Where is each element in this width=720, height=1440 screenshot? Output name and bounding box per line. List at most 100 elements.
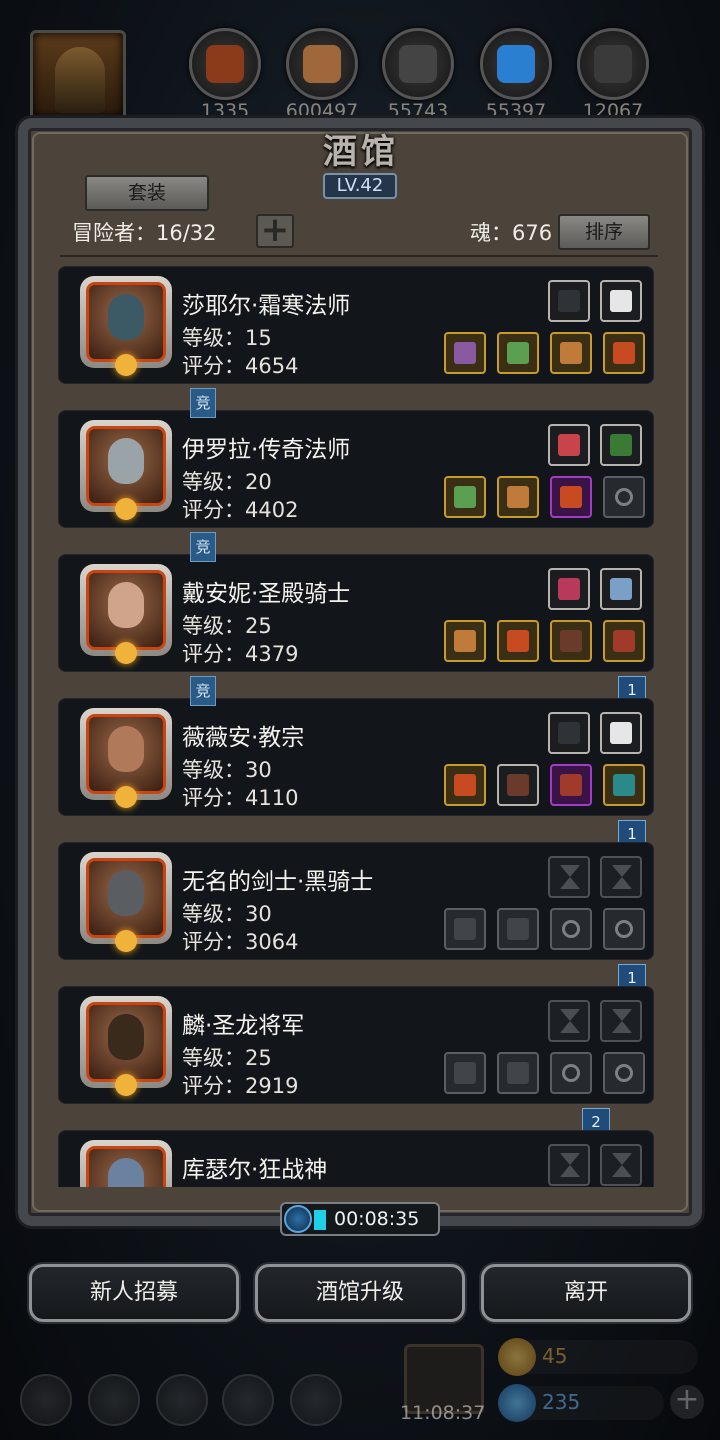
accessory-slot[interactable] <box>548 712 590 754</box>
equipment-slot[interactable] <box>603 332 645 374</box>
accessory-slot[interactable] <box>548 424 590 466</box>
hero-card[interactable]: 薇薇安·教宗 等级：30 评分：4110 <box>58 698 654 816</box>
arena-badge: 竞 <box>190 676 216 706</box>
resource-crystal-icon[interactable] <box>480 28 552 100</box>
hero-score: 评分：4110 <box>182 786 299 810</box>
hero-card[interactable]: 库瑟尔·狂战神 <box>58 1130 654 1187</box>
timer: 00:08:35 <box>280 1202 440 1236</box>
ranking-icon[interactable] <box>156 1374 208 1426</box>
equipment-slot[interactable] <box>497 620 539 662</box>
equipment-slot[interactable] <box>444 476 486 518</box>
gold-value: 45 <box>542 1344 568 1368</box>
equipment-slot[interactable] <box>603 764 645 806</box>
gold-icon <box>498 1338 536 1376</box>
accessory-slot[interactable] <box>548 568 590 610</box>
settings-icon[interactable] <box>20 1374 72 1426</box>
achievement-icon[interactable] <box>88 1374 140 1426</box>
resource-meat-icon[interactable] <box>189 28 261 100</box>
arena-badge: 竞 <box>190 532 216 562</box>
equipment-slot[interactable] <box>550 620 592 662</box>
hero-name: 薇薇安·教宗 <box>182 725 305 751</box>
equipment-slot[interactable] <box>497 476 539 518</box>
ring-slot-icon[interactable] <box>603 476 645 518</box>
equipment-slot[interactable] <box>550 764 592 806</box>
rank-moon-icon <box>115 498 137 520</box>
hero-level: 等级：30 <box>182 758 272 782</box>
accessory-slot[interactable] <box>600 712 642 754</box>
hero-portrait[interactable] <box>80 708 172 808</box>
leave-button[interactable]: 离开 <box>481 1264 691 1322</box>
sort-button[interactable]: 排序 <box>558 214 650 250</box>
resource-iron-icon[interactable] <box>382 28 454 100</box>
hero-name: 莎耶尔·霜寒法师 <box>182 293 351 319</box>
hero-score: 评分：4654 <box>182 354 299 378</box>
hero-portrait[interactable] <box>80 996 172 1096</box>
empty-equipment-slot[interactable] <box>497 1052 539 1094</box>
clock-icon <box>284 1205 312 1233</box>
gift-timer: 11:08:37 <box>400 1402 486 1424</box>
equipment-slot[interactable] <box>603 620 645 662</box>
rank-moon-icon <box>115 930 137 952</box>
timer-progress <box>314 1210 326 1230</box>
accessory-slot[interactable] <box>600 280 642 322</box>
ring-slot-icon[interactable] <box>603 1052 645 1094</box>
locked-slot-icon[interactable] <box>548 1000 590 1042</box>
set-button[interactable]: 套装 <box>85 175 209 211</box>
equipment-slot[interactable] <box>444 332 486 374</box>
hero-card[interactable]: 伊罗拉·传奇法师 等级：20 评分：4402 <box>58 410 654 528</box>
equipment-slot[interactable] <box>497 764 539 806</box>
hero-score: 评分：4402 <box>182 498 299 522</box>
equipment-slot[interactable] <box>497 332 539 374</box>
ring-slot-icon[interactable] <box>550 1052 592 1094</box>
upgrade-button[interactable]: 酒馆升级 <box>255 1264 465 1322</box>
hero-portrait[interactable] <box>80 852 172 952</box>
recruit-button[interactable]: 新人招募 <box>29 1264 239 1322</box>
hero-card[interactable]: 莎耶尔·霜寒法师 等级：15 评分：4654 <box>58 266 654 384</box>
locked-slot-icon[interactable] <box>600 1000 642 1042</box>
locked-slot-icon[interactable] <box>548 1144 590 1186</box>
equipment-slot[interactable] <box>550 476 592 518</box>
player-avatar[interactable] <box>30 30 126 120</box>
hero-card[interactable]: 无名的剑士·黑骑士 等级：30 评分：3064 <box>58 842 654 960</box>
hero-name: 麟·圣龙将军 <box>182 1013 305 1039</box>
ring-slot-icon[interactable] <box>550 908 592 950</box>
mail-icon[interactable] <box>222 1374 274 1426</box>
hero-list[interactable]: 莎耶尔·霜寒法师 等级：15 评分：4654 伊罗拉·传奇法师 等级：20 评分：4402… <box>56 262 656 1187</box>
equipment-slot[interactable] <box>444 764 486 806</box>
guild-icon[interactable] <box>290 1374 342 1426</box>
hero-name: 库瑟尔·狂战神 <box>182 1157 328 1183</box>
add-slot-button[interactable]: + <box>256 213 294 248</box>
gem-value: 235 <box>542 1390 581 1414</box>
hero-name: 伊罗拉·传奇法师 <box>182 437 351 463</box>
rank-moon-icon <box>115 642 137 664</box>
accessory-slot[interactable] <box>548 280 590 322</box>
equipment-slot[interactable] <box>550 332 592 374</box>
locked-slot-icon[interactable] <box>600 1144 642 1186</box>
hero-portrait[interactable] <box>80 564 172 664</box>
gem-icon <box>498 1384 536 1422</box>
empty-equipment-slot[interactable] <box>444 1052 486 1094</box>
locked-slot-icon[interactable] <box>548 856 590 898</box>
empty-equipment-slot[interactable] <box>444 908 486 950</box>
resource-stone-icon[interactable] <box>577 28 649 100</box>
empty-equipment-slot[interactable] <box>497 908 539 950</box>
hero-portrait[interactable] <box>80 276 172 376</box>
hero-level: 等级：25 <box>182 1046 272 1070</box>
hero-card[interactable]: 麟·圣龙将军 等级：25 评分：2919 <box>58 986 654 1104</box>
hero-name: 戴安妮·圣殿骑士 <box>182 581 351 607</box>
ring-slot-icon[interactable] <box>603 908 645 950</box>
arena-badge: 竞 <box>190 388 216 418</box>
hero-portrait[interactable] <box>80 420 172 520</box>
hero-card[interactable]: 戴安妮·圣殿骑士 等级：25 评分：4379 <box>58 554 654 672</box>
hero-level: 等级：20 <box>182 470 272 494</box>
rank-moon-icon <box>115 354 137 376</box>
hero-score: 评分：3064 <box>182 930 299 954</box>
rank-moon-icon <box>115 786 137 808</box>
resource-wood-icon[interactable] <box>286 28 358 100</box>
add-currency-button[interactable]: + <box>670 1385 704 1419</box>
hero-portrait[interactable] <box>80 1140 172 1187</box>
accessory-slot[interactable] <box>600 568 642 610</box>
accessory-slot[interactable] <box>600 424 642 466</box>
locked-slot-icon[interactable] <box>600 856 642 898</box>
equipment-slot[interactable] <box>444 620 486 662</box>
